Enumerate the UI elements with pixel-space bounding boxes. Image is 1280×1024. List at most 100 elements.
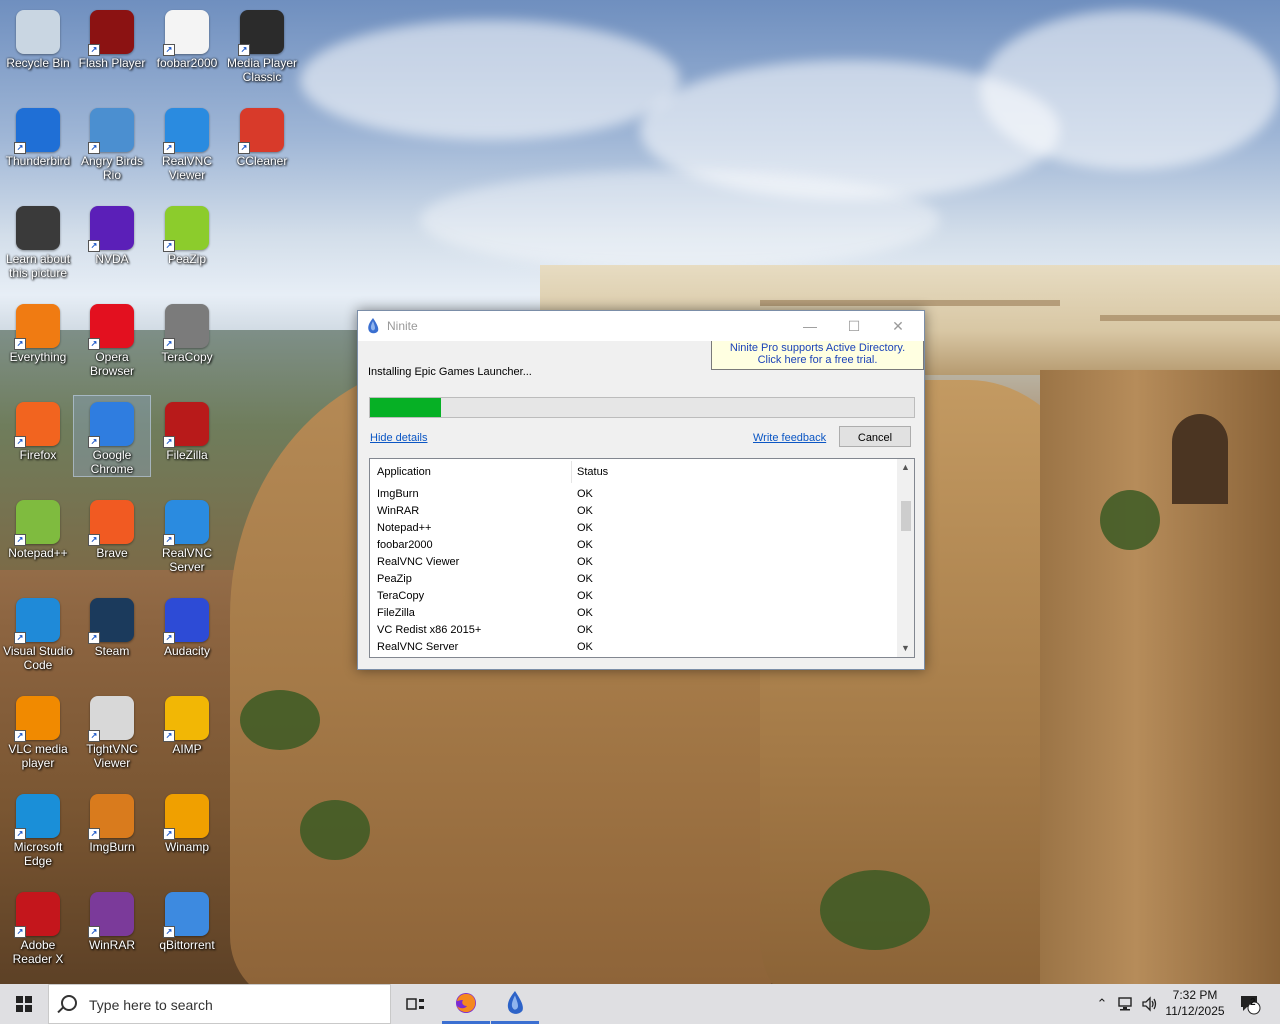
desktop-icon-qbittorrent[interactable]: ↗ qBittorrent	[149, 886, 225, 952]
ninite-pro-promo[interactable]: Ninite Pro supports Active Directory. Cl…	[711, 341, 924, 370]
shortcut-arrow-icon: ↗	[163, 240, 175, 252]
taskbar-firefox[interactable]	[442, 984, 490, 1024]
column-header-application[interactable]: Application	[377, 466, 431, 478]
shortcut-arrow-icon: ↗	[88, 338, 100, 350]
list-scrollbar[interactable]: ▲ ▼	[897, 459, 914, 657]
media-player-classic-icon: ↗	[238, 10, 284, 56]
desktop-icon-notepad[interactable]: ↗ Notepad++	[0, 494, 76, 560]
desktop-icon-angry-birds-rio[interactable]: ↗ Angry Birds Rio	[74, 102, 150, 182]
title-bar[interactable]: Ninite — ☐ ✕	[358, 311, 924, 341]
ninite-app-icon	[368, 318, 379, 334]
desktop-icon-adobe-reader-x[interactable]: ↗ Adobe Reader X	[0, 886, 76, 966]
desktop-icon-label: Angry Birds Rio	[80, 154, 144, 182]
desktop-icon-label: qBittorrent	[159, 938, 215, 952]
desktop-icon-realvnc-server[interactable]: ↗ RealVNC Server	[149, 494, 225, 574]
desktop-icon-imgburn[interactable]: ↗ ImgBurn	[74, 788, 150, 854]
desktop-icon-everything[interactable]: ↗ Everything	[0, 298, 76, 364]
list-item[interactable]: PeaZip OK	[370, 571, 896, 588]
notepad-icon: ↗	[14, 500, 60, 546]
volume-icon[interactable]	[1139, 984, 1161, 1024]
desktop-icon-peazip[interactable]: ↗ PeaZip	[149, 200, 225, 266]
list-item[interactable]: FileZilla OK	[370, 605, 896, 622]
desktop-icon-label: VLC media player	[8, 742, 68, 770]
list-item[interactable]: RealVNC Server OK	[370, 639, 896, 656]
close-button[interactable]: ✕	[876, 313, 920, 339]
shortcut-arrow-icon: ↗	[14, 534, 26, 546]
desktop-icon-label: Notepad++	[8, 546, 68, 560]
desktop-icon-microsoft-edge[interactable]: ↗ Microsoft Edge	[0, 788, 76, 868]
desktop-icon-firefox[interactable]: ↗ Firefox	[0, 396, 76, 462]
desktop-icon-filezilla[interactable]: ↗ FileZilla	[149, 396, 225, 462]
list-item[interactable]: WinRAR OK	[370, 503, 896, 520]
hide-details-link[interactable]: Hide details	[370, 432, 427, 444]
list-item-application: ImgBurn	[377, 488, 419, 500]
desktop-icon-learn-about-this-picture[interactable]: Learn about this picture	[0, 200, 76, 280]
desktop-icon-steam[interactable]: ↗ Steam	[74, 592, 150, 658]
list-item[interactable]: ImgBurn OK	[370, 486, 896, 503]
task-view-button[interactable]	[392, 984, 440, 1024]
desktop-icon-winrar[interactable]: ↗ WinRAR	[74, 886, 150, 952]
shortcut-arrow-icon: ↗	[88, 632, 100, 644]
desktop-icon-visual-studio-code[interactable]: ↗ Visual Studio Code	[0, 592, 76, 672]
desktop-icon-aimp[interactable]: ↗ AIMP	[149, 690, 225, 756]
list-item[interactable]: VC Redist x86 2015+ OK	[370, 622, 896, 639]
desktop-icon-opera-browser[interactable]: ↗ Opera Browser	[74, 298, 150, 378]
list-item-status: OK	[577, 624, 593, 636]
audacity-icon: ↗	[163, 598, 209, 644]
taskbar-search-box[interactable]: Type here to search	[48, 984, 391, 1024]
shortcut-arrow-icon: ↗	[163, 534, 175, 546]
desktop-icon-thunderbird[interactable]: ↗ Thunderbird	[0, 102, 76, 168]
desktop-icon-winamp[interactable]: ↗ Winamp	[149, 788, 225, 854]
list-item-application: foobar2000	[377, 539, 433, 551]
cancel-button[interactable]: Cancel	[839, 426, 911, 447]
google-chrome-icon: ↗	[88, 402, 134, 448]
write-feedback-link[interactable]: Write feedback	[753, 432, 826, 444]
list-item-application: WinRAR	[377, 505, 420, 517]
desktop-icon-brave[interactable]: ↗ Brave	[74, 494, 150, 560]
desktop-icon-realvnc-viewer[interactable]: ↗ RealVNC Viewer	[149, 102, 225, 182]
ninite-window[interactable]: Ninite — ☐ ✕ Ninite Pro supports Active …	[357, 310, 925, 670]
list-item[interactable]: RealVNC Viewer OK	[370, 554, 896, 571]
desktop-icon-foobar2000[interactable]: ↗ foobar2000	[149, 4, 225, 70]
scroll-up-arrow[interactable]: ▲	[897, 459, 914, 476]
desktop-icon-label: AIMP	[172, 742, 202, 756]
desktop-icon-nvda[interactable]: ↗ NVDA	[74, 200, 150, 266]
desktop-icon-recycle-bin[interactable]: Recycle Bin	[0, 4, 76, 70]
desktop-icon-ccleaner[interactable]: ↗ CCleaner	[224, 102, 300, 168]
flash-player-icon: ↗	[88, 10, 134, 56]
desktop-icon-label: Recycle Bin	[6, 56, 70, 70]
scroll-down-arrow[interactable]: ▼	[897, 640, 914, 657]
teracopy-icon: ↗	[163, 304, 209, 350]
start-button[interactable]	[0, 984, 48, 1024]
minimize-button[interactable]: —	[788, 313, 832, 339]
desktop-icon-vlc-media-player[interactable]: ↗ VLC media player	[0, 690, 76, 770]
maximize-button[interactable]: ☐	[832, 313, 876, 339]
recycle-bin-icon	[16, 10, 60, 54]
desktop-icon-tightvnc-viewer[interactable]: ↗ TightVNC Viewer	[74, 690, 150, 770]
list-item[interactable]: Notepad++ OK	[370, 520, 896, 537]
scroll-thumb[interactable]	[901, 501, 911, 531]
search-placeholder: Type here to search	[89, 997, 213, 1013]
list-item[interactable]: TeraCopy OK	[370, 588, 896, 605]
network-icon[interactable]	[1115, 984, 1137, 1024]
angry-birds-rio-icon: ↗	[88, 108, 134, 154]
desktop-icon-flash-player[interactable]: ↗ Flash Player	[74, 4, 150, 70]
install-status-text: Installing Epic Games Launcher...	[368, 366, 532, 378]
shortcut-arrow-icon: ↗	[238, 142, 250, 154]
desktop-icon-media-player-classic[interactable]: ↗ Media Player Classic	[224, 4, 300, 84]
details-list[interactable]: Application Status ImgBurn OK WinRAR OK Note…	[369, 458, 915, 658]
column-header-status[interactable]: Status	[577, 466, 608, 478]
adobe-reader-x-icon: ↗	[14, 892, 60, 938]
list-header: Application Status	[370, 459, 896, 483]
shortcut-arrow-icon: ↗	[14, 926, 26, 938]
desktop-icon-audacity[interactable]: ↗ Audacity	[149, 592, 225, 658]
desktop-icon-google-chrome[interactable]: ↗ Google Chrome	[73, 395, 151, 477]
promo-line-1: Ninite Pro supports Active Directory.	[729, 342, 906, 354]
desktop-icon-label: RealVNC Viewer	[161, 154, 212, 182]
taskbar-clock[interactable]: 7:32 PM 11/12/2025	[1160, 987, 1230, 1019]
taskbar-ninite[interactable]	[491, 984, 539, 1024]
list-item[interactable]: foobar2000 OK	[370, 537, 896, 554]
desktop-icon-teracopy[interactable]: ↗ TeraCopy	[149, 298, 225, 364]
show-hidden-icons-button[interactable]: ⌃	[1092, 984, 1112, 1024]
action-center-button[interactable]: 2	[1234, 984, 1266, 1024]
